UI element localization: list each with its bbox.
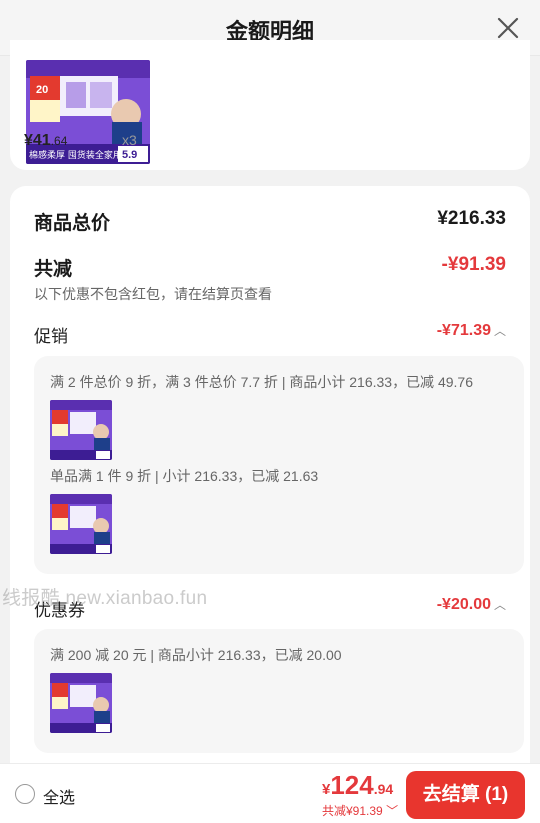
promotion-detail-box: 满 2 件总价 9 折，满 3 件总价 7.7 折 | 商品小计 216.33，…: [34, 356, 524, 574]
coupon-detail-box: 满 200 减 20 元 | 商品小计 216.33，已减 20.00: [34, 629, 524, 753]
product-price-dec: .64: [50, 134, 68, 148]
promotion-value-wrap: -¥71.39 ︿: [437, 322, 506, 340]
discount-note: 以下优惠不包含红包，请在结算页查看: [34, 286, 272, 302]
product-thumbnail[interactable]: [50, 494, 112, 554]
product-price-tag-text: 5.9: [122, 149, 137, 161]
promotion-label: 促销: [34, 327, 68, 346]
product-thumbnail[interactable]: [50, 673, 112, 733]
coupon-value-wrap: -¥20.00 ︿: [437, 596, 506, 614]
coupon-rule-1: 满 200 减 20 元 | 商品小计 216.33，已减 20.00: [50, 647, 342, 663]
promotion-rule-1: 满 2 件总价 9 折，满 3 件总价 7.7 折 | 商品小计 216.33，…: [50, 374, 473, 390]
price-int: 124: [330, 770, 374, 800]
coupon-value: -¥20.00: [436, 596, 491, 613]
total-label: 商品总价: [34, 213, 111, 234]
product-price-int: ¥41: [24, 132, 51, 149]
product-thumb-illustration: [50, 673, 112, 733]
close-icon[interactable]: [496, 16, 520, 40]
promotion-row[interactable]: 促销 -¥71.39 ︿: [34, 322, 506, 346]
reduce-row: 共减 -¥91.39: [34, 254, 506, 280]
select-all-radio[interactable]: [15, 784, 35, 804]
total-row: 商品总价 ¥216.33: [34, 208, 506, 234]
promotion-rule-2: 单品满 1 件 9 折 | 小计 216.33，已减 21.63: [50, 468, 319, 484]
product-slogan-text: 棉感柔厚 囤货装全家用: [29, 149, 122, 161]
saved-amount-text: 共减¥91.39: [322, 804, 383, 818]
product-thumb-illustration: [50, 494, 112, 554]
saved-amount[interactable]: 共减¥91.39 ﹀: [322, 802, 398, 819]
select-all-label[interactable]: 全选: [43, 784, 75, 808]
product-thumb-illustration: [50, 400, 112, 460]
checkout-button[interactable]: 去结算 (1): [406, 771, 525, 819]
price-dec: .94: [373, 781, 394, 797]
checkout-bar: 全选 ¥124.94 共减¥91.39 ﹀ 去结算 (1): [0, 763, 540, 823]
product-price: ¥41.64: [24, 132, 67, 150]
product-thumbnail[interactable]: [50, 400, 112, 460]
product-card: 20 棉感柔厚 囤货装全家用 5.9: [10, 40, 530, 170]
total-price: ¥124.94: [322, 770, 393, 801]
product-quantity: x3: [122, 132, 137, 148]
product-badge-text: 20: [36, 84, 48, 96]
total-value: ¥216.33: [437, 208, 506, 229]
chevron-up-icon[interactable]: ︿: [494, 324, 506, 338]
chevron-up-icon[interactable]: ︿: [494, 598, 506, 612]
amount-detail-card: 商品总价 ¥216.33 共减 -¥91.39 以下优惠不包含红包，请在结算页查…: [10, 186, 530, 786]
watermark: 线报酷 new.xianbao.fun: [2, 588, 208, 609]
reduce-value: -¥91.39: [441, 254, 506, 275]
reduce-label: 共减: [34, 259, 73, 280]
promotion-value: -¥71.39: [436, 322, 491, 339]
chevron-down-icon: ﹀: [386, 804, 399, 818]
